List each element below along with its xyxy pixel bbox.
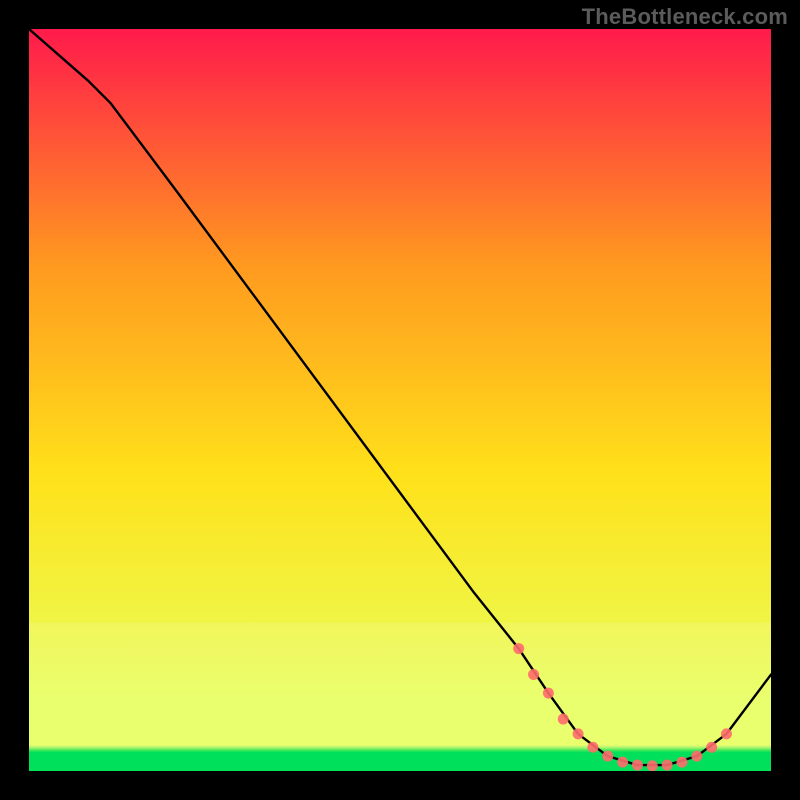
curve-marker	[573, 728, 584, 739]
curve-marker	[706, 742, 717, 753]
chart-stage: TheBottleneck.com	[0, 0, 800, 800]
curve-marker	[558, 714, 569, 725]
curve-marker	[662, 760, 673, 771]
curve-marker	[602, 751, 613, 762]
curve-marker	[528, 669, 539, 680]
markers-layer	[29, 29, 771, 771]
curve-marker	[617, 757, 628, 768]
curve-marker	[676, 757, 687, 768]
curve-marker	[691, 751, 702, 762]
curve-marker	[647, 760, 658, 771]
curve-marker	[632, 760, 643, 771]
curve-marker	[543, 688, 554, 699]
curve-marker	[513, 643, 524, 654]
curve-marker	[721, 728, 732, 739]
plot-area	[29, 29, 771, 771]
curve-marker	[587, 742, 598, 753]
watermark-text: TheBottleneck.com	[582, 4, 788, 30]
